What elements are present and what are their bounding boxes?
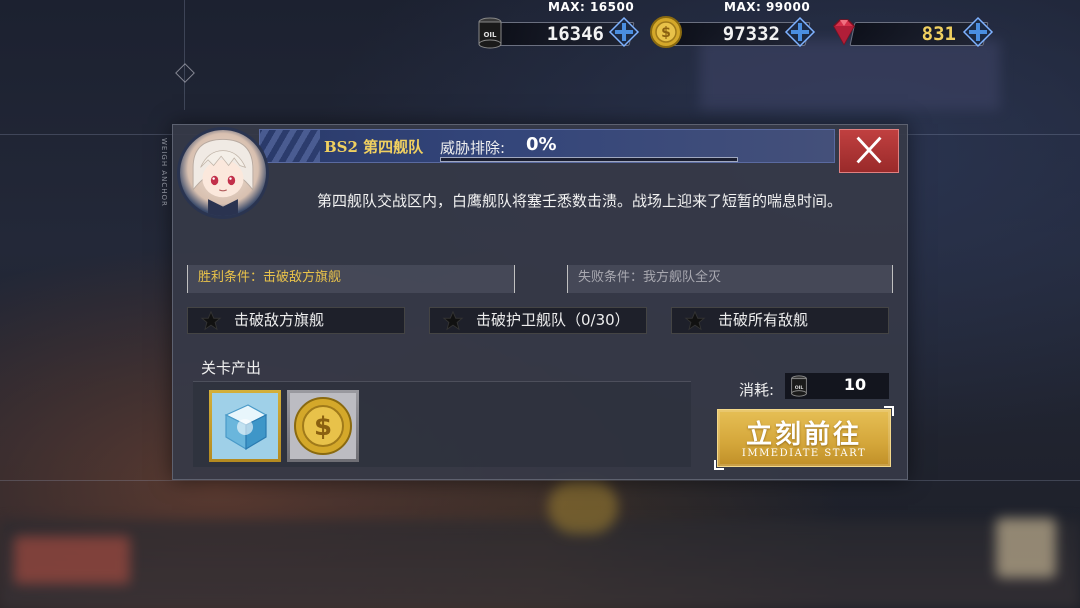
close-button[interactable] <box>839 129 899 173</box>
svg-text:OIL: OIL <box>795 385 804 391</box>
background-line <box>184 0 185 110</box>
star-icon <box>684 310 706 331</box>
svg-text:OIL: OIL <box>483 31 497 39</box>
reward-item[interactable] <box>209 390 281 462</box>
rewards-list: $ <box>193 381 691 467</box>
background-blur <box>0 520 1080 608</box>
commander-avatar <box>177 127 269 219</box>
start-button-sublabel: IMMEDIATE START <box>741 448 867 459</box>
threat-value: 0% <box>526 134 557 155</box>
win-condition: 胜利条件：击破敌方旗舰 <box>187 265 515 293</box>
background-blur <box>996 518 1056 578</box>
cost-label: 消耗: <box>739 381 775 399</box>
avatar-portrait <box>192 138 254 216</box>
background-blur <box>700 40 1000 110</box>
corner-mark <box>714 460 724 470</box>
reward-item[interactable]: $ <box>287 390 359 462</box>
gold-coin-icon: $ <box>650 16 682 48</box>
oil-resource: MAX: 16500 OIL 16346 <box>472 0 642 50</box>
oil-value: 16346 <box>546 23 604 45</box>
background-blur <box>548 480 618 534</box>
gem-resource: 831 <box>826 14 996 50</box>
svg-text:$: $ <box>661 25 671 41</box>
add-oil-button[interactable] <box>608 16 640 48</box>
objective-label: 击破敌方旗舰 <box>234 311 325 329</box>
stage-header: BS2 第四舰队 威胁排除: 0% <box>259 129 835 163</box>
stage-title: BS2 第四舰队 <box>324 138 424 156</box>
gem-value: 831 <box>921 23 956 45</box>
threat-progress-bar <box>440 157 738 162</box>
side-label: WEIGH ANCHOR <box>160 138 168 207</box>
oil-barrel-icon: OIL <box>478 17 502 49</box>
oil-max-label: MAX: 16500 <box>548 0 635 14</box>
add-gold-button[interactable] <box>784 16 816 48</box>
immediate-start-button[interactable]: 立刻前往 IMMEDIATE START <box>714 406 894 470</box>
rewards-label: 关卡产出 <box>201 359 262 377</box>
background-blur <box>14 536 130 584</box>
threat-label: 威胁排除: <box>440 139 506 157</box>
add-gem-button[interactable] <box>962 16 994 48</box>
diamond-marker <box>175 63 195 83</box>
cost-value: 10 <box>843 375 867 394</box>
gold-max-label: MAX: 99000 <box>724 0 811 14</box>
lose-condition: 失败条件：我方舰队全灭 <box>567 265 893 293</box>
stage-info-dialog: BS2 第四舰队 威胁排除: 0% 第四舰队交战区内，白鹰舰队将塞壬悉数击溃。战… <box>172 124 908 480</box>
objective-item: 击破护卫舰队（0/30） <box>429 307 647 334</box>
oil-barrel-icon: OIL <box>791 375 807 397</box>
gold-resource: MAX: 99000 $ 97332 <box>648 0 818 50</box>
gem-icon <box>833 19 855 46</box>
header-stripes <box>260 130 320 162</box>
star-icon <box>200 310 222 331</box>
svg-text:$: $ <box>314 412 332 442</box>
start-button-label: 立刻前往 <box>745 420 862 450</box>
cube-icon <box>212 393 278 459</box>
objective-label: 击破护卫舰队（0/30） <box>476 311 630 329</box>
close-icon <box>856 136 882 164</box>
objective-item: 击破所有敌舰 <box>671 307 889 334</box>
objective-label: 击破所有敌舰 <box>718 311 809 329</box>
stage-description: 第四舰队交战区内，白鹰舰队将塞壬悉数击溃。战场上迎来了短暂的喘息时间。 <box>317 192 843 210</box>
objective-item: 击破敌方旗舰 <box>187 307 405 334</box>
gold-coin-icon: $ <box>290 393 356 459</box>
background-line <box>0 480 1080 481</box>
gold-value: 97332 <box>722 23 780 45</box>
star-icon <box>442 310 464 331</box>
